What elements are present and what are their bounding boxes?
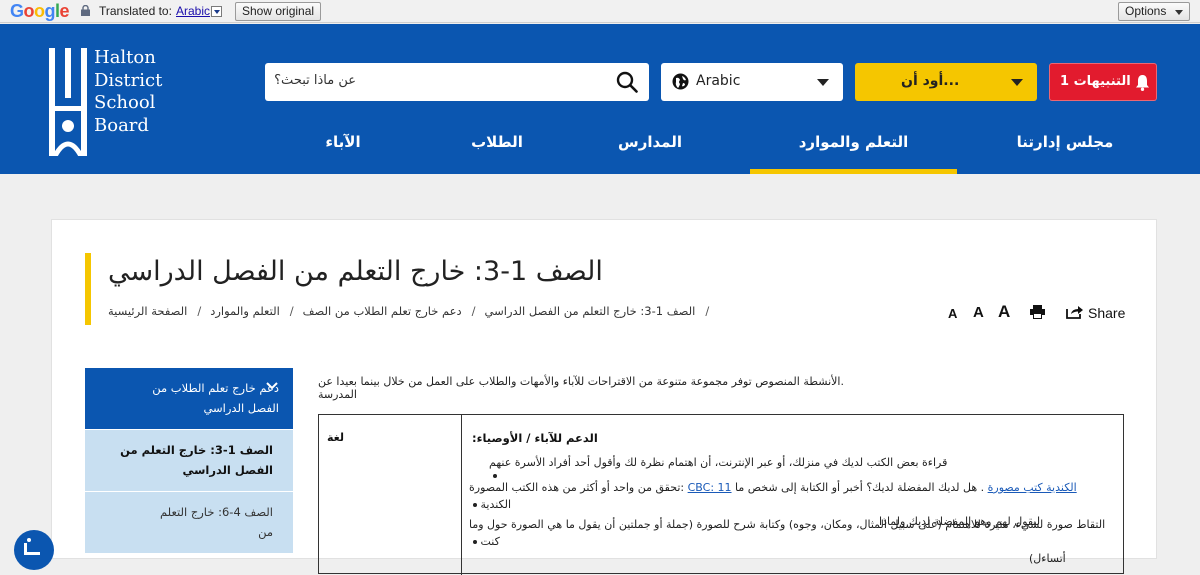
sidebar-item-grade-4-6[interactable]: الصف 4-6: خارج التعلم من (85, 492, 293, 554)
search-icon[interactable] (616, 71, 638, 93)
chevron-down-icon (817, 79, 829, 86)
logo-line: District (94, 69, 163, 91)
chevron-down-icon (1011, 79, 1023, 86)
bullet-icon (473, 503, 477, 507)
breadcrumb-item[interactable]: دعم خارج تعلم الطلاب من الصف (303, 304, 462, 318)
accessibility-figure (24, 543, 40, 555)
intro-paragraph: .الأنشطة المنصوص توفر مجموعة متنوعة من ا… (318, 375, 844, 401)
hdsb-logo-mark-icon[interactable] (49, 48, 87, 156)
text-size-medium-button[interactable]: A (973, 304, 984, 321)
lock-icon (81, 5, 90, 16)
breadcrumb-separator: / (471, 304, 476, 318)
breadcrumb-separator: / (289, 304, 294, 318)
i-want-to-dropdown[interactable]: ...أود أن (855, 63, 1037, 101)
show-original-button[interactable]: Show original (235, 2, 322, 21)
bullet-icon (473, 540, 477, 544)
sidebar-item-label: الصف 4-6: خارج التعلم من (160, 505, 273, 539)
site-header: Halton District School Board عن ماذا تبح… (0, 24, 1200, 174)
globe-icon (672, 73, 689, 90)
print-icon[interactable] (1030, 305, 1045, 319)
nav-item-students[interactable]: الطلاب (437, 122, 557, 174)
canadian-picture-books-link[interactable]: الكندية كتب مصورة (988, 481, 1077, 494)
alerts-button[interactable]: التنبيهات 1 (1049, 63, 1157, 101)
language-select[interactable]: Arabic (661, 63, 843, 101)
sidebar-item-out-of-class-support[interactable]: دعم خارج تعلم الطلاب من الفصل الدراسي (85, 368, 293, 430)
activities-table: لغة الدعم للآباء / الأوصياء: قراءة بعض ا… (318, 414, 1124, 575)
hdsb-logo-text[interactable]: Halton District School Board (94, 47, 162, 137)
sidebar-item-label: دعم خارج تعلم الطلاب من الفصل الدراسي (152, 381, 279, 415)
logo-line: Halton (94, 47, 156, 68)
search-placeholder: عن ماذا تبحث؟ (274, 73, 356, 88)
list-item: التقاط صورة لشيء، مثيرة للاهتمام (على سب… (469, 516, 1109, 567)
share-button[interactable]: Share (1088, 305, 1125, 321)
google-translate-bar: Google Translated to: Arabic Show origin… (0, 0, 1200, 23)
breadcrumb-separator: / (197, 304, 202, 318)
nav-item-schools[interactable]: المدارس (590, 122, 710, 174)
cbc-link[interactable]: CBC: 11 (688, 481, 732, 494)
accessibility-icon[interactable] (14, 530, 54, 570)
list-item-text: :تحقق من واحد أو أكثر من هذه الكتب المصو… (469, 481, 688, 511)
list-item-text: . هل لديك المفضلة لديك؟ أخبر أو الكتابة … (731, 481, 988, 494)
breadcrumb-separator: / (705, 304, 710, 318)
search-input[interactable]: عن ماذا تبحث؟ (265, 63, 649, 101)
google-logo: Google (10, 1, 70, 21)
breadcrumb-item-current: الصف 1-3: خارج التعلم من الفصل الدراسي (484, 304, 696, 318)
page-title: الصف 1-3: خارج التعلم من الفصل الدراسي (108, 256, 603, 287)
alerts-label: التنبيهات 1 (1060, 74, 1131, 89)
breadcrumb-item[interactable]: التعلم والموارد (210, 304, 280, 318)
options-button[interactable]: Options (1118, 2, 1190, 21)
list-item-text: أتساءل) (1029, 552, 1066, 565)
breadcrumb: الصف 1-3: خارج التعلم من الفصل الدراسي / د… (108, 304, 718, 318)
text-size-large-button[interactable]: A (998, 302, 1010, 322)
share-icon[interactable] (1066, 304, 1084, 319)
content-card: الصف 1-3: خارج التعلم من الفصل الدراسي ا… (51, 219, 1157, 575)
logo-line: Board (94, 114, 149, 136)
nav-item-our-board[interactable]: مجلس إدارتنا (990, 122, 1140, 174)
sidebar-item-grade-1-3[interactable]: الصف 1-3: خارج التعلم من الفصل الدراسي (85, 430, 293, 492)
translated-to-label: Translated to: (99, 4, 172, 18)
logo-line: School (94, 92, 156, 113)
title-accent-bar (85, 253, 91, 325)
list-item-text: التقاط صورة لشيء، مثيرة للاهتمام (على سب… (469, 518, 1106, 548)
language-select-value: Arabic (696, 73, 741, 89)
chevron-down-icon[interactable] (266, 381, 278, 391)
sidebar-item-label: الصف 1-3: خارج التعلم من الفصل الدراسي (120, 443, 273, 477)
nav-item-parents[interactable]: الآباء (283, 122, 403, 174)
table-cell-heading: الدعم للآباء / الأوصياء: (472, 431, 598, 445)
bullet-icon (493, 474, 497, 478)
nav-item-learning-resources[interactable]: التعلم والموارد (750, 122, 957, 174)
translated-language-link[interactable]: Arabic (176, 4, 210, 18)
list-item-text: قراءة بعض الكتب لديك في منزلك، أو عبر ال… (489, 456, 948, 469)
table-cell-subject: لغة (327, 431, 345, 444)
i-want-to-label: ...أود أن (901, 73, 960, 89)
text-size-small-button[interactable]: A (948, 306, 957, 321)
section-sidebar: دعم خارج تعلم الطلاب من الفصل الدراسي ال… (85, 368, 293, 554)
bell-icon (1136, 75, 1149, 91)
table-divider (461, 415, 462, 575)
language-dropdown-toggle[interactable] (211, 6, 222, 17)
breadcrumb-item-home[interactable]: الصفحة الرئيسية (108, 304, 187, 318)
